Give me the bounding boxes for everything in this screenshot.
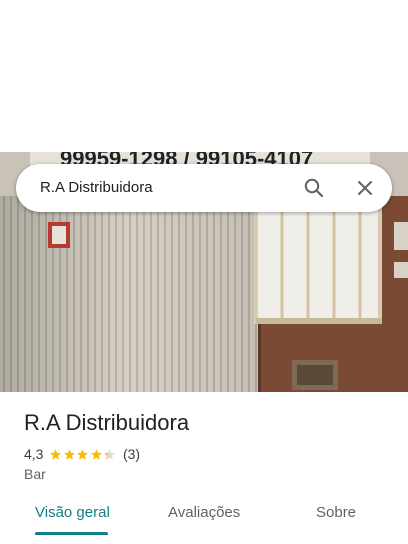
search-icon[interactable] [302,176,326,200]
star-icon [77,448,89,460]
star-icon [104,448,116,460]
review-count[interactable]: (3) [123,446,140,462]
active-tab-indicator [35,532,108,535]
tab-about[interactable]: Sobre [316,504,356,521]
close-icon[interactable] [353,176,377,200]
place-title: R.A Distribuidora [24,410,190,435]
place-category[interactable]: Bar [24,466,46,482]
tab-reviews[interactable]: Avaliações [168,504,240,521]
star-icon [91,448,102,460]
search-input[interactable]: R.A Distribuidora [40,164,153,212]
rating-value: 4,3 [24,446,44,462]
star-icon [64,448,75,460]
tab-overview[interactable]: Visão geral [35,504,110,521]
rating-row[interactable]: 4,3 (3) [24,446,140,462]
star-rating [49,448,117,461]
star-icon [50,448,62,460]
search-bar[interactable]: R.A Distribuidora [16,164,392,212]
place-info-panel: R.A Distribuidora 4,3 (3) Bar Visão gera… [0,392,408,544]
